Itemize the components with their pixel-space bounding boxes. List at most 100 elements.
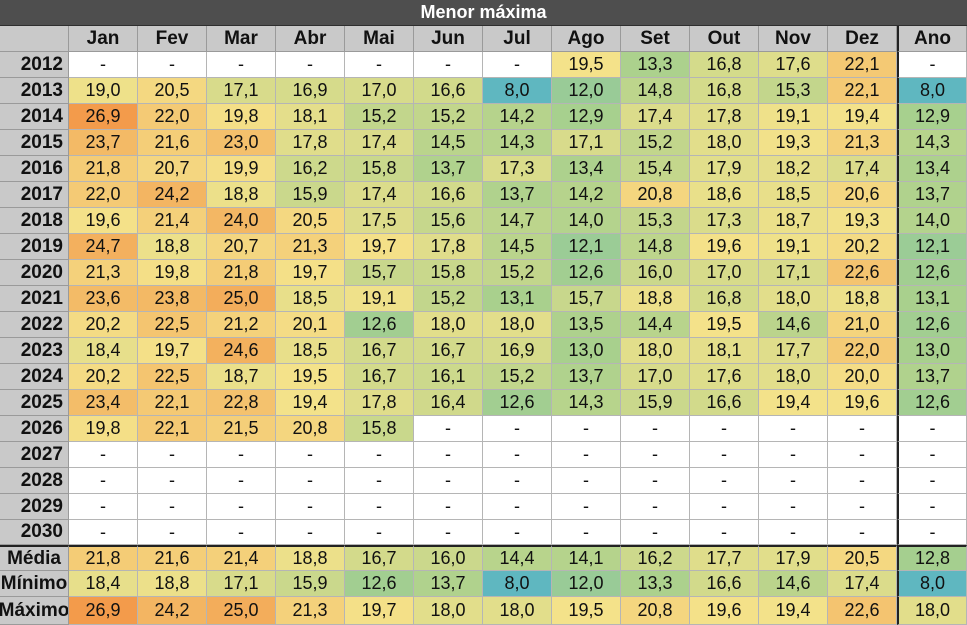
- table-cell[interactable]: -: [345, 494, 414, 520]
- table-cell[interactable]: 19,3: [759, 130, 828, 156]
- table-cell[interactable]: 12,6: [897, 390, 967, 416]
- summary-cell[interactable]: 16,0: [414, 545, 483, 571]
- summary-cell[interactable]: 19,7: [345, 597, 414, 625]
- table-cell[interactable]: 16,9: [483, 338, 552, 364]
- table-cell[interactable]: -: [69, 468, 138, 494]
- summary-cell[interactable]: 21,4: [207, 545, 276, 571]
- table-cell[interactable]: 19,8: [138, 260, 207, 286]
- table-cell[interactable]: -: [690, 494, 759, 520]
- table-cell[interactable]: -: [759, 494, 828, 520]
- table-cell[interactable]: -: [483, 494, 552, 520]
- table-cell[interactable]: 15,7: [552, 286, 621, 312]
- table-cell[interactable]: 21,8: [207, 260, 276, 286]
- table-cell[interactable]: -: [828, 494, 897, 520]
- table-cell[interactable]: 20,8: [621, 182, 690, 208]
- table-cell[interactable]: 22,1: [828, 52, 897, 78]
- table-cell[interactable]: 22,1: [828, 78, 897, 104]
- table-cell[interactable]: 23,4: [69, 390, 138, 416]
- table-cell[interactable]: 17,3: [690, 208, 759, 234]
- table-cell[interactable]: 18,0: [759, 286, 828, 312]
- table-cell[interactable]: 17,8: [690, 104, 759, 130]
- table-cell[interactable]: 17,6: [690, 364, 759, 390]
- summary-cell[interactable]: 13,3: [621, 571, 690, 597]
- table-cell[interactable]: 14,3: [483, 130, 552, 156]
- table-cell[interactable]: -: [483, 52, 552, 78]
- table-cell[interactable]: 20,2: [69, 364, 138, 390]
- table-cell[interactable]: 20,7: [138, 156, 207, 182]
- table-cell[interactable]: 19,1: [759, 234, 828, 260]
- table-cell[interactable]: 14,5: [483, 234, 552, 260]
- table-cell[interactable]: -: [552, 468, 621, 494]
- summary-cell[interactable]: 14,6: [759, 571, 828, 597]
- table-cell[interactable]: 17,9: [690, 156, 759, 182]
- table-cell[interactable]: 12,0: [552, 78, 621, 104]
- table-cell[interactable]: 17,1: [759, 260, 828, 286]
- table-cell[interactable]: -: [690, 520, 759, 545]
- table-cell[interactable]: -: [897, 468, 967, 494]
- table-cell[interactable]: 13,0: [552, 338, 621, 364]
- table-cell[interactable]: 23,7: [69, 130, 138, 156]
- summary-cell[interactable]: 26,9: [69, 597, 138, 625]
- table-cell[interactable]: 19,1: [759, 104, 828, 130]
- table-cell[interactable]: 16,7: [345, 364, 414, 390]
- table-cell[interactable]: -: [69, 494, 138, 520]
- table-cell[interactable]: -: [759, 442, 828, 468]
- table-cell[interactable]: -: [414, 468, 483, 494]
- table-cell[interactable]: 16,4: [414, 390, 483, 416]
- table-cell[interactable]: 20,2: [69, 312, 138, 338]
- table-cell[interactable]: 19,8: [69, 416, 138, 442]
- summary-cell[interactable]: 8,0: [897, 571, 967, 597]
- table-cell[interactable]: 22,5: [138, 312, 207, 338]
- table-cell[interactable]: 19,4: [759, 390, 828, 416]
- table-cell[interactable]: 8,0: [483, 78, 552, 104]
- table-cell[interactable]: 15,8: [345, 156, 414, 182]
- table-cell[interactable]: 18,0: [414, 312, 483, 338]
- table-cell[interactable]: -: [552, 520, 621, 545]
- table-cell[interactable]: 17,5: [345, 208, 414, 234]
- table-cell[interactable]: -: [897, 416, 967, 442]
- summary-cell[interactable]: 19,5: [552, 597, 621, 625]
- table-cell[interactable]: -: [414, 442, 483, 468]
- table-cell[interactable]: 17,8: [414, 234, 483, 260]
- table-cell[interactable]: 16,7: [345, 338, 414, 364]
- table-cell[interactable]: 13,4: [897, 156, 967, 182]
- table-cell[interactable]: 16,8: [690, 78, 759, 104]
- table-cell[interactable]: 14,0: [552, 208, 621, 234]
- table-cell[interactable]: 17,0: [690, 260, 759, 286]
- table-cell[interactable]: -: [276, 494, 345, 520]
- table-cell[interactable]: 18,8: [138, 234, 207, 260]
- table-cell[interactable]: 17,8: [276, 130, 345, 156]
- table-cell[interactable]: 15,2: [345, 104, 414, 130]
- table-cell[interactable]: -: [828, 416, 897, 442]
- table-cell[interactable]: 23,0: [207, 130, 276, 156]
- table-cell[interactable]: -: [483, 468, 552, 494]
- table-cell[interactable]: 22,8: [207, 390, 276, 416]
- table-cell[interactable]: 13,1: [483, 286, 552, 312]
- table-cell[interactable]: -: [276, 468, 345, 494]
- table-cell[interactable]: -: [690, 442, 759, 468]
- table-cell[interactable]: 17,3: [483, 156, 552, 182]
- table-cell[interactable]: -: [138, 442, 207, 468]
- summary-cell[interactable]: 20,5: [828, 545, 897, 571]
- table-cell[interactable]: -: [690, 416, 759, 442]
- table-cell[interactable]: 23,8: [138, 286, 207, 312]
- table-cell[interactable]: 15,3: [621, 208, 690, 234]
- table-cell[interactable]: 18,1: [276, 104, 345, 130]
- table-cell[interactable]: 15,2: [414, 286, 483, 312]
- table-cell[interactable]: 21,5: [207, 416, 276, 442]
- table-cell[interactable]: 19,7: [276, 260, 345, 286]
- summary-cell[interactable]: 21,3: [276, 597, 345, 625]
- table-cell[interactable]: 13,5: [552, 312, 621, 338]
- table-cell[interactable]: 21,3: [828, 130, 897, 156]
- table-cell[interactable]: 20,7: [207, 234, 276, 260]
- table-cell[interactable]: 19,3: [828, 208, 897, 234]
- table-cell[interactable]: 19,6: [69, 208, 138, 234]
- table-cell[interactable]: -: [276, 520, 345, 545]
- table-cell[interactable]: 15,3: [759, 78, 828, 104]
- summary-cell[interactable]: 17,1: [207, 571, 276, 597]
- table-cell[interactable]: 14,4: [621, 312, 690, 338]
- table-cell[interactable]: -: [897, 494, 967, 520]
- table-cell[interactable]: 14,0: [897, 208, 967, 234]
- table-cell[interactable]: 17,4: [345, 130, 414, 156]
- table-cell[interactable]: 14,2: [483, 104, 552, 130]
